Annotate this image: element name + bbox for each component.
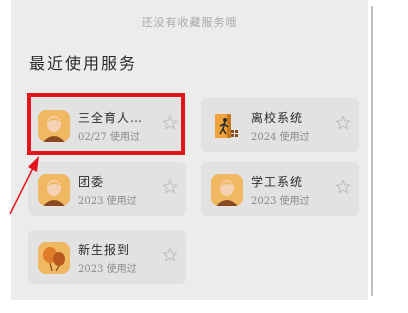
star-icon[interactable] [335,115,351,131]
balloons-icon [38,242,70,274]
service-last-used: 2023 使用过 [251,196,310,207]
service-card-2[interactable]: 离校系统 2024 使用过 [201,98,359,152]
service-last-used: 2023 使用过 [78,264,137,275]
leaving-school-icon [211,110,243,142]
annotation-arrow-icon [9,156,39,215]
person-avatar-icon [211,174,243,206]
scrollbar[interactable] [371,6,373,296]
service-last-used: 2024 使用过 [251,132,310,143]
service-card-4[interactable]: 学工系统 2023 使用过 [201,162,359,216]
star-icon[interactable] [335,179,351,195]
service-card-5[interactable]: 新生报到 2023 使用过 [28,230,186,284]
service-name: 新生报到 [78,243,131,257]
service-last-used: 2023 使用过 [78,196,137,207]
section-title: 最近使用服务 [29,54,138,73]
star-icon[interactable] [162,179,178,195]
service-name: 学工系统 [251,175,304,189]
highlight-box [27,93,185,155]
favorites-empty-note: 还没有收藏服务哦 [141,16,238,29]
star-icon[interactable] [162,247,178,263]
service-name: 团委 [78,175,105,189]
service-name: 离校系统 [251,111,304,125]
